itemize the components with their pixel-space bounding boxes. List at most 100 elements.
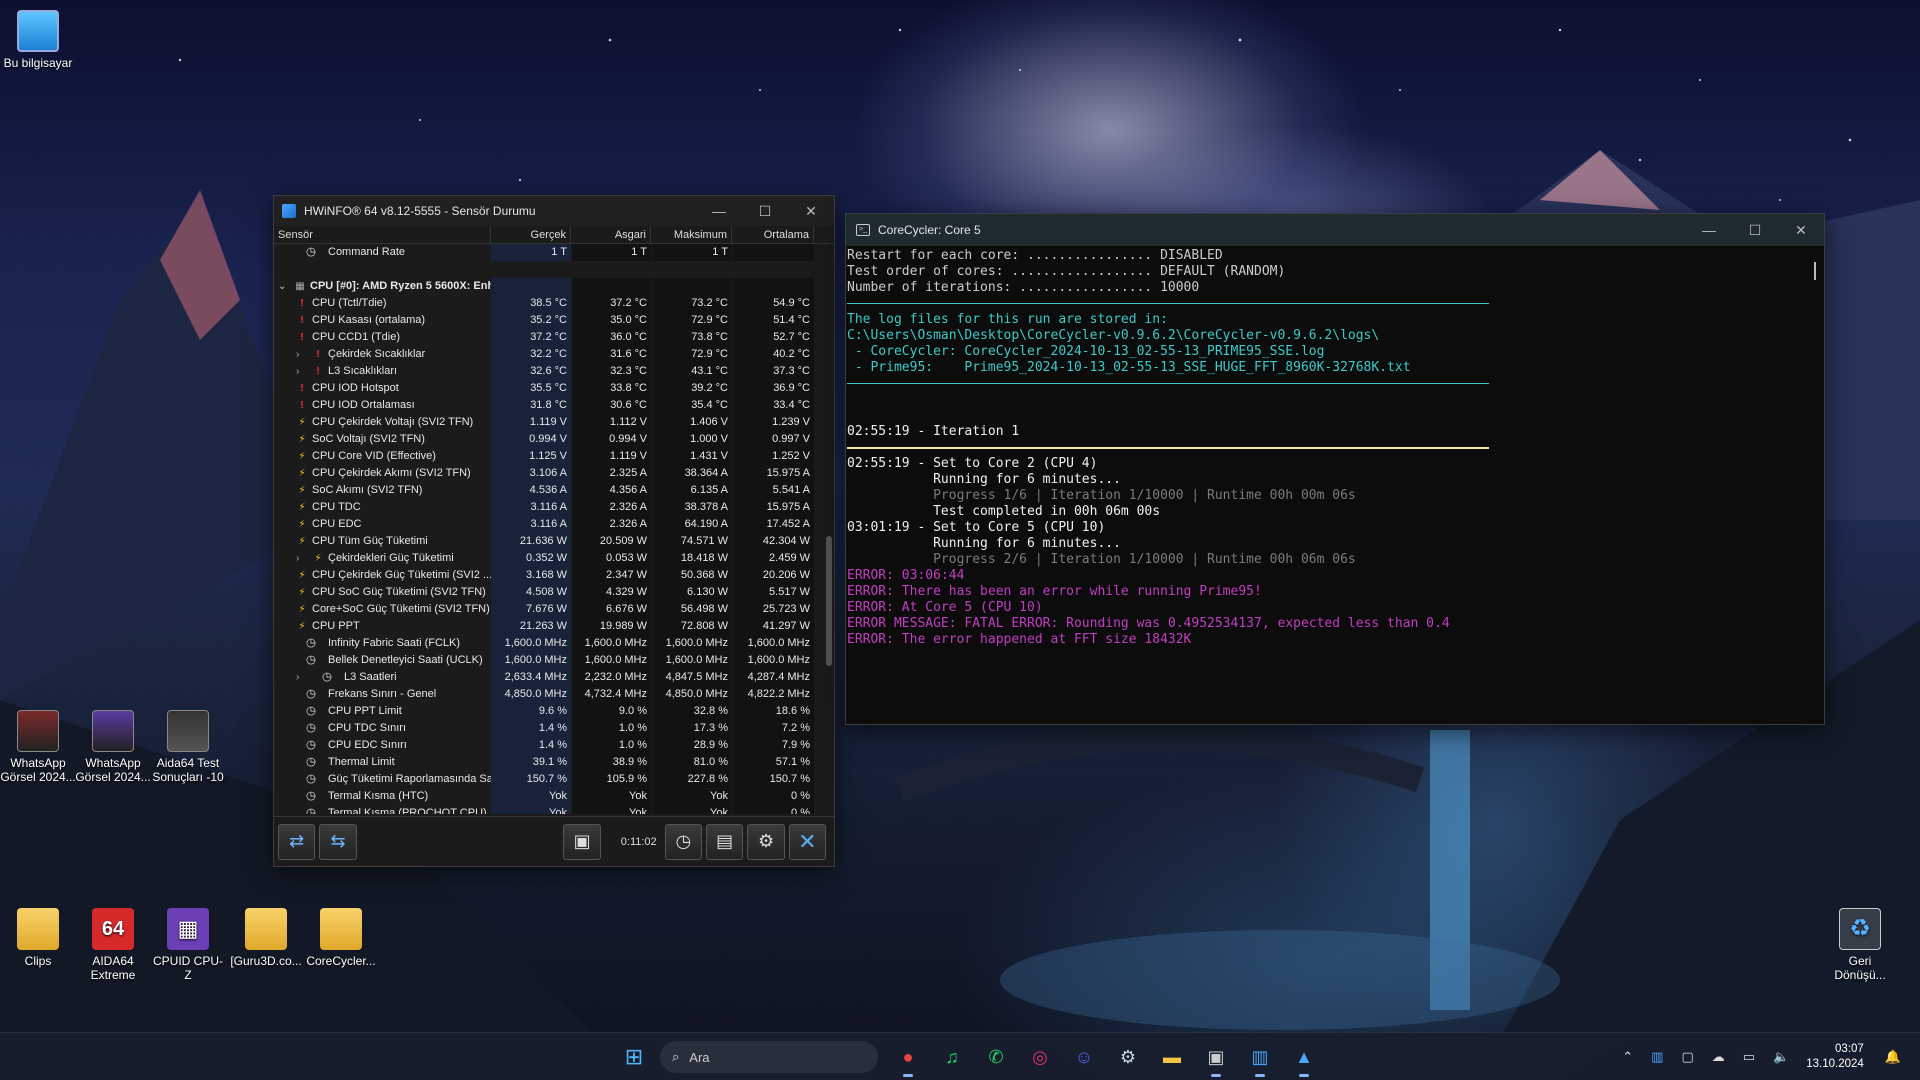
terminal-scrollbar[interactable]: [1814, 262, 1816, 280]
desktop-icon-guru3d[interactable]: [Guru3D.co...: [228, 908, 304, 968]
sensor-row[interactable]: ! CPU (Tctl/Tdie) 38.5 °C 37.2 °C 73.2 °C 54.…: [274, 295, 834, 312]
cloud-icon[interactable]: ☁: [1712, 1049, 1725, 1065]
notification-bell-icon[interactable]: 🔔: [1885, 1049, 1901, 1065]
sensor-row[interactable]: ⚡ CPU SoC Güç Tüketimi (SVI2 TFN) 4.508 W4…: [274, 584, 834, 601]
corecycler-window[interactable]: >_ CoreCycler: Core 5 — ☐ ✕ Restart for …: [845, 213, 1825, 725]
sensor-row[interactable]: ›! L3 Sıcaklıkları 32.6 °C 32.3 °C 43.1 °C 37…: [274, 363, 834, 380]
minimize-button[interactable]: —: [1686, 215, 1732, 245]
chevron-right-icon[interactable]: ›: [296, 363, 299, 380]
sensor-current-value: 2,633.4 MHz: [491, 669, 571, 686]
sensor-row[interactable]: ◷ CPU PPT Limit 9.6 % 9.0 % 32.8 % 18.6 %: [274, 703, 834, 720]
sensor-row[interactable]: ◷ Command Rate 1 T1 T1 T: [274, 244, 834, 261]
terminal-icon[interactable]: ▣: [1198, 1039, 1234, 1077]
sensor-row[interactable]: ! CPU CCD1 (Tdie) 37.2 °C 36.0 °C 73.8 °C 52.…: [274, 329, 834, 346]
sensor-row[interactable]: ◷ Thermal Limit 39.1 % 38.9 % 81.0 % 57.1 %: [274, 754, 834, 771]
desktop-icon-aida64[interactable]: 64 AIDA64 Extreme: [75, 908, 151, 982]
sensor-row[interactable]: ⚡ CPU TDC 3.116 A 2.326 A 38.378 A 15.975 A: [274, 499, 834, 516]
sensor-row[interactable]: ◷ Termal Kısma (HTC) Yok Yok Yok 0 %: [274, 788, 834, 805]
sensor-row[interactable]: [274, 261, 834, 278]
sensor-row[interactable]: ◷ Güç Tüketimi Raporlamasında Sa... 150.7 …: [274, 771, 834, 788]
sensor-group-header[interactable]: ⌄ ▦ CPU [#0]: AMD Ryzen 5 5600X: Enhanced: [274, 278, 834, 295]
column-header-sensor[interactable]: Sensör: [274, 226, 491, 243]
clock-icon: ◷: [305, 637, 316, 649]
hwinfo-tray-icon[interactable]: ▥: [1651, 1049, 1663, 1065]
maximize-button[interactable]: ☐: [1732, 215, 1778, 245]
sensor-row[interactable]: ›! Çekirdek Sıcaklıklar 32.2 °C 31.6 °C 72.9…: [274, 346, 834, 363]
photos-icon[interactable]: ▲: [1286, 1039, 1322, 1077]
clock[interactable]: 03:07 13.10.2024: [1806, 1042, 1864, 1072]
desktop-icon-cpuz[interactable]: ▦ CPUID CPU-Z: [150, 908, 226, 982]
sensor-avg-value: 41.297 W: [732, 618, 814, 635]
network-icon[interactable]: ▭: [1743, 1049, 1755, 1065]
hwinfo-window[interactable]: HWiNFO® 64 v8.12-5555 - Sensör Durumu — …: [273, 195, 835, 867]
column-header-current[interactable]: Gerçek: [491, 226, 571, 243]
sensor-row[interactable]: ◷ Termal Kısma (PROCHOT CPU) Yok Yok Yok 0 %: [274, 805, 834, 814]
sensor-row[interactable]: ⚡ SoC Akımı (SVI2 TFN) 4.536 A 4.356 A 6.135…: [274, 482, 834, 499]
sensor-row[interactable]: ⚡ CPU Çekirdek Voltajı (SVI2 TFN) 1.119 V1…: [274, 414, 834, 431]
minimize-button[interactable]: —: [696, 196, 742, 226]
start-windows-icon[interactable]: ⊞: [616, 1039, 652, 1075]
sensor-row[interactable]: ! CPU Kasası (ortalama) 35.2 °C 35.0 °C 72.9…: [274, 312, 834, 329]
desktop-icon-clips[interactable]: Clips: [0, 908, 76, 968]
sensor-table-scrollbar[interactable]: [826, 536, 832, 666]
sensor-row[interactable]: ⚡ SoC Voltajı (SVI2 TFN) 0.994 V 0.994 V 1.0…: [274, 431, 834, 448]
desktop-icon-corecycler[interactable]: CoreCycler...: [303, 908, 379, 968]
sensor-name: Thermal Limit: [328, 756, 395, 768]
column-header-max[interactable]: Maksimum: [651, 226, 732, 243]
sensor-row[interactable]: ◷ Bellek Denetleyici Saati (UCLK) 1,600.0 …: [274, 652, 834, 669]
desktop-icon-recycle-bin[interactable]: ♻ Geri Dönüşü...: [1822, 908, 1898, 982]
chevron-down-icon[interactable]: ⌄: [278, 278, 286, 295]
sensor-row[interactable]: ◷ Frekans Sınırı - Genel 4,850.0 MHz 4,732.…: [274, 686, 834, 703]
maximize-button[interactable]: ☐: [742, 196, 788, 226]
sensor-row[interactable]: ! CPU IOD Ortalaması 31.8 °C 30.6 °C 35.4 °C…: [274, 397, 834, 414]
sensor-row[interactable]: ⚡ CPU Core VID (Effective) 1.125 V 1.119 V1…: [274, 448, 834, 465]
steam-icon[interactable]: ⚙: [1110, 1039, 1146, 1075]
sensor-row[interactable]: ◷ Infinity Fabric Saati (FCLK) 1,600.0 MHz…: [274, 635, 834, 652]
sensor-row[interactable]: ⚡ CPU Tüm Güç Tüketimi 21.636 W 20.509 W 74.…: [274, 533, 834, 550]
sensor-row[interactable]: › ◷ L3 Saatleri 2,633.4 MHz 2,232.0 MHz 4,847…: [274, 669, 834, 686]
sensor-row[interactable]: ⚡ CPU Çekirdek Akımı (SVI2 TFN) 3.106 A 2.3…: [274, 465, 834, 482]
sensor-row[interactable]: › ⚡ Çekirdekleri Güç Tüketimi 0.352 W 0.053 …: [274, 550, 834, 567]
sensor-row[interactable]: ◷ CPU TDC Sınırı 1.4 % 1.0 % 17.3 % 7.2 %: [274, 720, 834, 737]
sensor-row[interactable]: ◷ CPU EDC Sınırı 1.4 % 1.0 % 28.9 % 7.9 %: [274, 737, 834, 754]
desktop-icon-whatsapp-image-1[interactable]: WhatsApp Görsel 2024...: [0, 710, 76, 784]
desktop-icon-label: Aida64 Test Sonuçları -10: [152, 756, 224, 784]
desktop-icon-whatsapp-image-2[interactable]: WhatsApp Görsel 2024...: [75, 710, 151, 784]
close-x-icon[interactable]: ✕: [788, 823, 827, 860]
column-header-min[interactable]: Asgari: [571, 226, 651, 243]
log-file-icon[interactable]: ▤: [706, 823, 744, 860]
sensor-row[interactable]: ! CPU IOD Hotspot 35.5 °C 33.8 °C 39.2 °C 36.…: [274, 380, 834, 397]
chrome-icon[interactable]: ●: [890, 1039, 926, 1077]
file-explorer-icon[interactable]: ▬: [1154, 1039, 1190, 1075]
close-button[interactable]: ✕: [788, 196, 834, 226]
chevron-right-icon[interactable]: ›: [296, 550, 299, 567]
chevron-right-icon[interactable]: ›: [296, 669, 299, 686]
close-button[interactable]: ✕: [1778, 215, 1824, 245]
sensor-row[interactable]: ⚡ Core+SoC Güç Tüketimi (SVI2 TFN) 7.676 W…: [274, 601, 834, 618]
chevron-up-icon[interactable]: ⌃: [1622, 1049, 1633, 1065]
network-monitor-icon[interactable]: ▣: [563, 823, 601, 860]
sensor-row[interactable]: ⚡ CPU PPT 21.263 W 19.989 W 72.808 W 41.297 W: [274, 618, 834, 635]
terminal-output[interactable]: Restart for each core: ................ …: [846, 246, 1824, 648]
column-header-avg[interactable]: Ortalama: [732, 226, 814, 243]
volume-icon[interactable]: 🔈: [1773, 1049, 1789, 1065]
clock-icon[interactable]: ◷: [664, 823, 702, 860]
settings-gear-icon[interactable]: ⚙: [747, 823, 785, 860]
whatsapp-icon[interactable]: ✆: [978, 1039, 1014, 1075]
search-box[interactable]: ⌕ Ara: [660, 1041, 878, 1073]
collapse-arrows-icon[interactable]: ⇆: [319, 823, 357, 860]
tray-square-icon[interactable]: ▢: [1681, 1049, 1693, 1065]
spotify-icon[interactable]: ♫: [934, 1039, 970, 1075]
chevron-right-icon[interactable]: ›: [296, 346, 299, 363]
instagram-icon[interactable]: ◎: [1022, 1039, 1058, 1075]
desktop-icon-aida64-results[interactable]: Aida64 Test Sonuçları -10: [150, 710, 226, 784]
corecycler-titlebar[interactable]: >_ CoreCycler: Core 5 — ☐ ✕: [846, 214, 1824, 246]
navigate-arrows-icon[interactable]: ⇄: [278, 823, 316, 860]
sensor-current-value: 1.125 V: [491, 448, 571, 465]
discord-icon[interactable]: ☺: [1066, 1039, 1102, 1075]
hwinfo-icon[interactable]: ▥: [1242, 1039, 1278, 1077]
hwinfo-titlebar[interactable]: HWiNFO® 64 v8.12-5555 - Sensör Durumu — …: [274, 196, 834, 226]
desktop-icon-this-pc[interactable]: Bu bilgisayar: [0, 10, 76, 70]
sensor-row[interactable]: ⚡ CPU Çekirdek Güç Tüketimi (SVI2 ... 3.16…: [274, 567, 834, 584]
sensor-row[interactable]: ⚡ CPU EDC 3.116 A 2.326 A 64.190 A 17.452 A: [274, 516, 834, 533]
